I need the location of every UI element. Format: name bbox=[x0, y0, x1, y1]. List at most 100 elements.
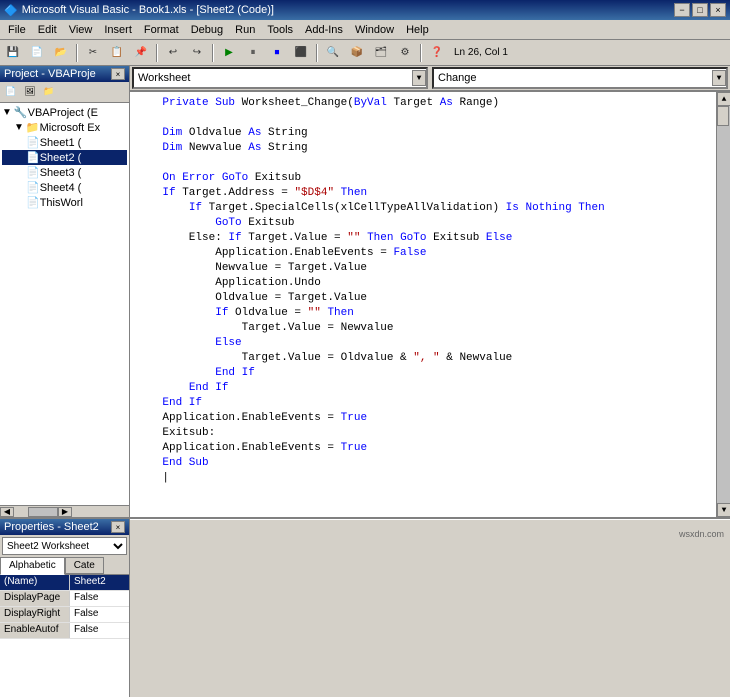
project-panel-title: Project - VBAProje bbox=[4, 68, 96, 80]
properties-panel-close[interactable]: × bbox=[111, 521, 125, 533]
menu-insert[interactable]: Insert bbox=[98, 22, 138, 38]
menu-debug[interactable]: Debug bbox=[185, 22, 229, 38]
cursor-position: Ln 26, Col 1 bbox=[454, 47, 508, 58]
prop-row-name[interactable]: (Name) Sheet2 bbox=[0, 575, 129, 591]
properties-panel: Properties - Sheet2 × Sheet2 Worksheet A… bbox=[0, 519, 130, 697]
view-code-button[interactable]: 📄 bbox=[2, 84, 20, 100]
project-panel-close[interactable]: × bbox=[111, 68, 125, 80]
prop-displayright-value: False bbox=[70, 607, 129, 622]
sep1 bbox=[76, 44, 78, 62]
menu-bar: File Edit View Insert Format Debug Run T… bbox=[0, 20, 730, 40]
title-bar-left: 🔷 Microsoft Visual Basic - Book1.xls - [… bbox=[4, 4, 274, 17]
scroll-up-arrow[interactable]: ▲ bbox=[717, 92, 730, 106]
project-panel: Project - VBAProje × 📄 🖼 📁 ▼🔧 VBAProject… bbox=[0, 66, 130, 517]
tab-categorized[interactable]: Cate bbox=[65, 557, 104, 574]
project-panel-header: Project - VBAProje × bbox=[0, 66, 129, 82]
menu-window[interactable]: Window bbox=[349, 22, 400, 38]
project-scrollbar-h[interactable]: ◀ ▶ bbox=[0, 505, 129, 517]
find-button[interactable]: 🔍 bbox=[322, 42, 344, 64]
copy-button[interactable]: 📋 bbox=[106, 42, 128, 64]
properties-tabs: Alphabetic Cate bbox=[0, 557, 129, 575]
run-button[interactable]: ▶ bbox=[218, 42, 240, 64]
sep2 bbox=[156, 44, 158, 62]
save-button[interactable]: 💾 bbox=[2, 42, 24, 64]
scroll-track[interactable] bbox=[717, 106, 730, 503]
scroll-left-arrow[interactable]: ◀ bbox=[0, 507, 14, 517]
tab-alphabetic[interactable]: Alphabetic bbox=[0, 557, 65, 575]
stop-button[interactable]: ⏹ bbox=[266, 42, 288, 64]
title-bar-text: Microsoft Visual Basic - Book1.xls - [Sh… bbox=[22, 4, 274, 16]
prop-row-displaypage[interactable]: DisplayPage False bbox=[0, 591, 129, 607]
menu-format[interactable]: Format bbox=[138, 22, 185, 38]
tree-microsoft-excel[interactable]: ▼📁 Microsoft Ex bbox=[2, 120, 127, 135]
prop-displaypage-value: False bbox=[70, 591, 129, 606]
object-browser-button[interactable]: 📦 bbox=[346, 42, 368, 64]
menu-file[interactable]: File bbox=[2, 22, 32, 38]
prop-enableautof-value: False bbox=[70, 623, 129, 638]
editor-dropdowns: Worksheet General ▼ Change Activate Deac… bbox=[130, 66, 730, 92]
editor-area: Worksheet General ▼ Change Activate Deac… bbox=[130, 66, 730, 517]
sep3 bbox=[212, 44, 214, 62]
tree-vbaproject[interactable]: ▼🔧 VBAProject (E bbox=[2, 105, 127, 120]
toolbar-main: 💾 📄 📂 ✂ 📋 📌 ↩ ↪ ▶ ⏸ ⏹ ⬛ 🔍 📦 🗂 ⚙ ❓ Ln 26,… bbox=[0, 40, 730, 66]
close-button[interactable]: × bbox=[710, 3, 726, 17]
prop-name-label: (Name) bbox=[0, 575, 70, 590]
bottom-editor-area bbox=[130, 519, 730, 697]
object-dropdown[interactable]: Worksheet General bbox=[132, 67, 428, 89]
title-bar-controls: − □ × bbox=[674, 3, 726, 17]
minimize-button[interactable]: − bbox=[674, 3, 690, 17]
menu-help[interactable]: Help bbox=[400, 22, 435, 38]
scroll-thumb-v[interactable] bbox=[717, 106, 729, 126]
menu-run[interactable]: Run bbox=[229, 22, 261, 38]
properties-panel-header: Properties - Sheet2 × bbox=[0, 519, 129, 535]
watermark: wsxdn.com bbox=[679, 529, 724, 539]
new-button[interactable]: 📄 bbox=[26, 42, 48, 64]
toggle-folders-button[interactable]: 📁 bbox=[40, 84, 58, 100]
reset-button[interactable]: ⬛ bbox=[290, 42, 312, 64]
main-layout: Project - VBAProje × 📄 🖼 📁 ▼🔧 VBAProject… bbox=[0, 66, 730, 517]
menu-addins[interactable]: Add-Ins bbox=[299, 22, 349, 38]
cut-button[interactable]: ✂ bbox=[82, 42, 104, 64]
tree-sheet2[interactable]: 📄 Sheet2 ( bbox=[2, 150, 127, 165]
app-icon: 🔷 bbox=[4, 4, 18, 17]
pause-button[interactable]: ⏸ bbox=[242, 42, 264, 64]
sep4 bbox=[316, 44, 318, 62]
tree-sheet4[interactable]: 📄 Sheet4 ( bbox=[2, 180, 127, 195]
tree-thisworkbook[interactable]: 📄 ThisWorl bbox=[2, 195, 127, 210]
prop-row-displayright[interactable]: DisplayRight False bbox=[0, 607, 129, 623]
scroll-right-arrow[interactable]: ▶ bbox=[58, 507, 72, 517]
tree-sheet1[interactable]: 📄 Sheet1 ( bbox=[2, 135, 127, 150]
prop-displayright-label: DisplayRight bbox=[0, 607, 70, 622]
properties-panel-title: Properties - Sheet2 bbox=[4, 521, 99, 533]
more1-button[interactable]: 🗂 bbox=[370, 42, 392, 64]
procedure-dropdown[interactable]: Change Activate Deactivate bbox=[432, 67, 728, 89]
prop-name-value: Sheet2 bbox=[70, 575, 129, 590]
more2-button[interactable]: ⚙ bbox=[394, 42, 416, 64]
prop-displaypage-label: DisplayPage bbox=[0, 591, 70, 606]
editor-scrollbar-v: ▲ ▼ bbox=[716, 92, 730, 517]
scroll-thumb-h[interactable] bbox=[28, 507, 58, 517]
project-tree: ▼🔧 VBAProject (E ▼📁 Microsoft Ex 📄 Sheet… bbox=[0, 103, 129, 505]
maximize-button[interactable]: □ bbox=[692, 3, 708, 17]
properties-object-dropdown[interactable]: Sheet2 Worksheet bbox=[2, 537, 127, 555]
tree-sheet3[interactable]: 📄 Sheet3 ( bbox=[2, 165, 127, 180]
undo-button[interactable]: ↩ bbox=[162, 42, 184, 64]
menu-view[interactable]: View bbox=[63, 22, 99, 38]
sep5 bbox=[420, 44, 422, 62]
help-button[interactable]: ❓ bbox=[426, 42, 448, 64]
redo-button[interactable]: ↪ bbox=[186, 42, 208, 64]
scroll-down-arrow[interactable]: ▼ bbox=[717, 503, 730, 517]
procedure-dropdown-wrapper: Change Activate Deactivate ▼ bbox=[432, 67, 728, 89]
properties-table: (Name) Sheet2 DisplayPage False DisplayR… bbox=[0, 575, 129, 697]
editor-wrap: Private Sub Worksheet_Change(ByVal Targe… bbox=[130, 92, 730, 517]
bottom-split: Properties - Sheet2 × Sheet2 Worksheet A… bbox=[0, 517, 730, 697]
paste-button[interactable]: 📌 bbox=[130, 42, 152, 64]
title-bar: 🔷 Microsoft Visual Basic - Book1.xls - [… bbox=[0, 0, 730, 20]
open-button[interactable]: 📂 bbox=[50, 42, 72, 64]
prop-row-enableautof[interactable]: EnableAutof False bbox=[0, 623, 129, 639]
project-toolbar: 📄 🖼 📁 bbox=[0, 82, 129, 103]
menu-tools[interactable]: Tools bbox=[261, 22, 299, 38]
code-editor[interactable]: Private Sub Worksheet_Change(ByVal Targe… bbox=[130, 92, 716, 517]
menu-edit[interactable]: Edit bbox=[32, 22, 63, 38]
view-object-button[interactable]: 🖼 bbox=[21, 84, 39, 100]
